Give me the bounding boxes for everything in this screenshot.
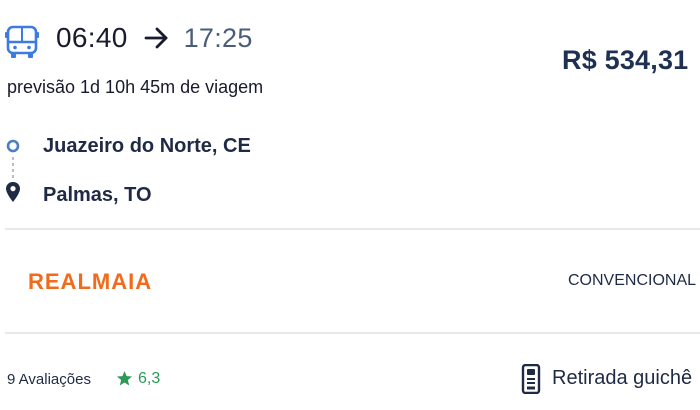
ticket-kiosk-icon — [521, 364, 541, 394]
trip-duration: previsão 1d 10h 45m de viagem — [7, 77, 264, 97]
bus-icon — [5, 25, 39, 58]
arrow-right-icon — [144, 27, 167, 49]
schedule: 06:40 17:25 — [56, 22, 253, 54]
ticket-price: R$ 534,31 — [562, 45, 689, 75]
trip-card[interactable]: 06:40 17:25 previsão 1d 10h 45m de viage… — [0, 0, 700, 410]
star-icon — [116, 371, 133, 386]
divider — [5, 332, 700, 334]
location-pin-icon — [6, 182, 20, 202]
pickup-method: Retirada guichê — [552, 367, 693, 389]
rating-value: 6,3 — [138, 370, 161, 387]
reviews-link[interactable]: 9 Avaliações — [7, 371, 91, 388]
departure-time: 06:40 — [56, 22, 128, 53]
route-connector — [12, 157, 14, 179]
arrival-time: 17:25 — [183, 22, 253, 53]
origin-city: Juazeiro do Norte, CE — [43, 135, 251, 157]
destination-city: Palmas, TO — [43, 184, 152, 206]
bus-class: CONVENCIONAL — [568, 272, 697, 289]
operator-logo: REALMAIA — [28, 269, 153, 294]
divider — [5, 228, 700, 230]
origin-dot-icon — [6, 139, 20, 153]
